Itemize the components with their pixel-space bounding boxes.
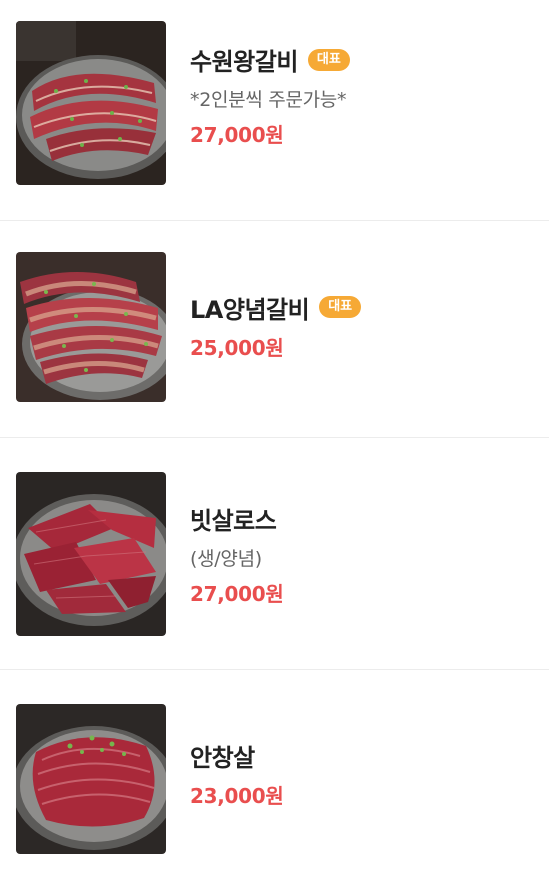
menu-item-la-galbi[interactable]: LA양념갈비 대표 25,000원: [0, 221, 549, 438]
menu-item-name: 빗살로스: [190, 506, 277, 535]
menu-item-name: 안창살: [190, 744, 255, 772]
name-row: LA양념갈비 대표: [190, 290, 362, 325]
menu-item-image: [16, 703, 166, 854]
menu-item-price: 27,000원: [190, 581, 284, 606]
signature-badge: 대표: [307, 48, 350, 71]
menu-item-description: (생/양념): [190, 547, 262, 570]
name-row: 수원왕갈비 대표: [190, 42, 350, 77]
menu-item-price: 25,000원: [190, 335, 284, 360]
menu-item-info: 수원왕갈비 대표 *2인분씩 주문가능* 27,000원: [190, 42, 350, 148]
menu-item-bitsal-ross[interactable]: 빗살로스 (생/양념) 27,000원: [0, 438, 549, 670]
menu-item-image: [16, 252, 166, 402]
menu-item-image: [16, 20, 166, 185]
menu-item-image: [16, 471, 166, 636]
menu-item-description: *2인분씩 주문가능*: [190, 89, 347, 111]
signature-badge: 대표: [319, 296, 362, 318]
name-row: 빗살로스: [190, 501, 283, 536]
menu-item-info: 빗살로스 (생/양념) 27,000원: [190, 501, 284, 607]
menu-item-suwon-galbi[interactable]: 수원왕갈비 대표 *2인분씩 주문가능* 27,000원: [0, 0, 549, 221]
name-row: 안창살: [190, 738, 283, 773]
menu-item-name: LA양념갈비: [190, 295, 310, 324]
menu-item-info: 안창살 23,000원: [190, 738, 284, 809]
menu-item-price: 23,000원: [190, 784, 284, 808]
menu-item-anchangsal[interactable]: 안창살 23,000원: [0, 670, 549, 877]
menu-item-price: 27,000원: [190, 123, 284, 147]
menu-item-name: 수원왕갈비: [190, 48, 298, 76]
menu-item-info: LA양념갈비 대표 25,000원: [190, 290, 362, 361]
menu-list: 수원왕갈비 대표 *2인분씩 주문가능* 27,000원 LA양념갈비 대표 2…: [0, 0, 549, 877]
